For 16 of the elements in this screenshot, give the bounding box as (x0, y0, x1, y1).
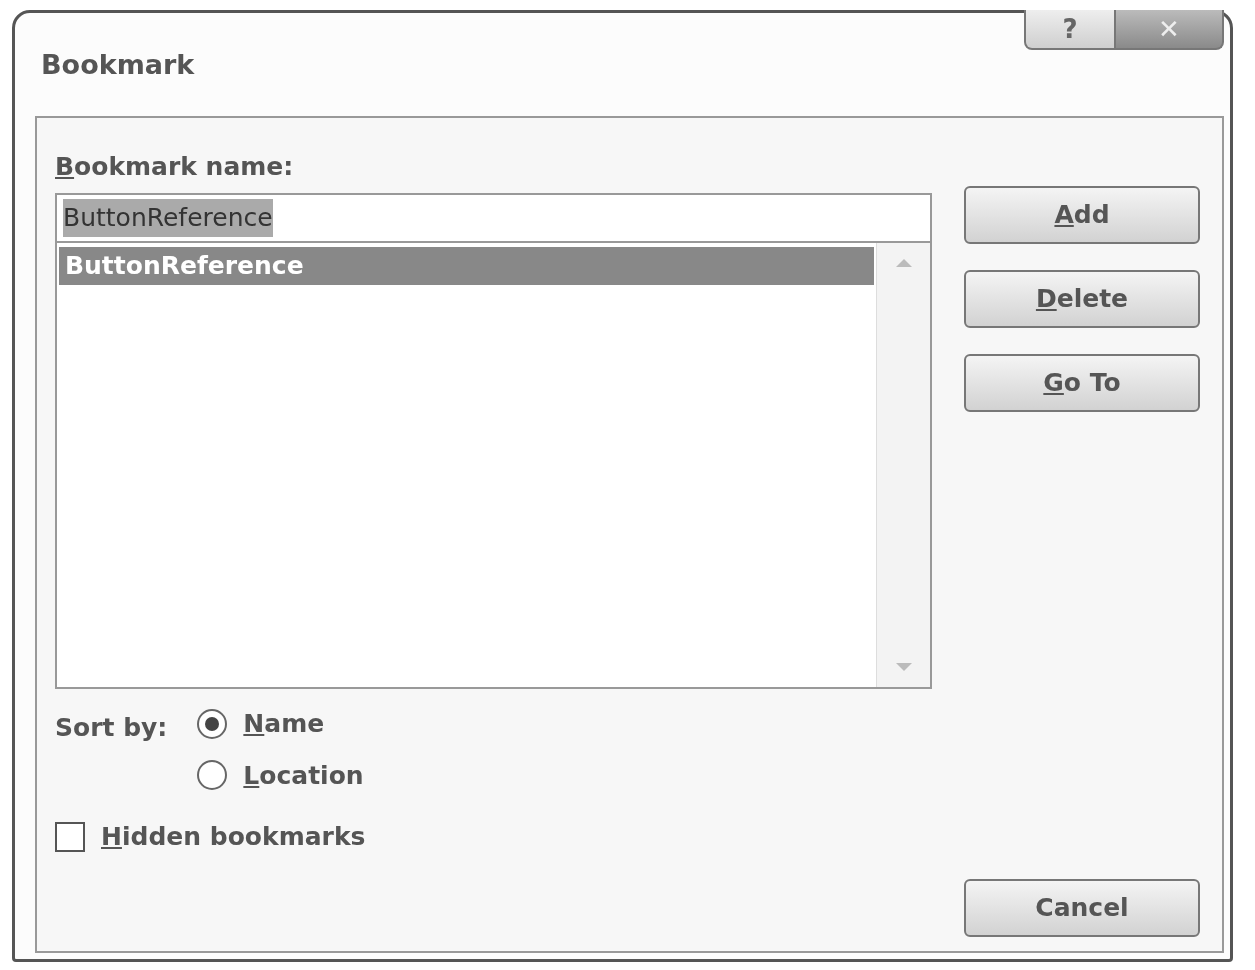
dialog-button[interactable]: Delete (964, 269, 1200, 328)
checkbox[interactable] (55, 821, 85, 852)
help-button[interactable]: ? (1024, 10, 1116, 50)
cancel-button[interactable]: Cancel (964, 879, 1200, 937)
window-title: Bookmark (41, 48, 196, 82)
dialog-button[interactable]: Add (964, 185, 1200, 244)
radio-label[interactable]: Name (243, 705, 325, 743)
sort-label: Sort by: (55, 712, 168, 744)
radio-button[interactable] (197, 760, 228, 791)
radio-label[interactable]: Location (243, 756, 364, 794)
dialog-button[interactable]: Go To (964, 353, 1200, 412)
checkbox-label[interactable]: Hidden bookmarks (101, 818, 366, 856)
bookmark-name-field[interactable]: ButtonReference (55, 193, 932, 243)
radio-button[interactable] (197, 708, 228, 739)
list-item[interactable]: ButtonReference (59, 247, 874, 285)
field-label: Bookmark name: (55, 150, 295, 183)
